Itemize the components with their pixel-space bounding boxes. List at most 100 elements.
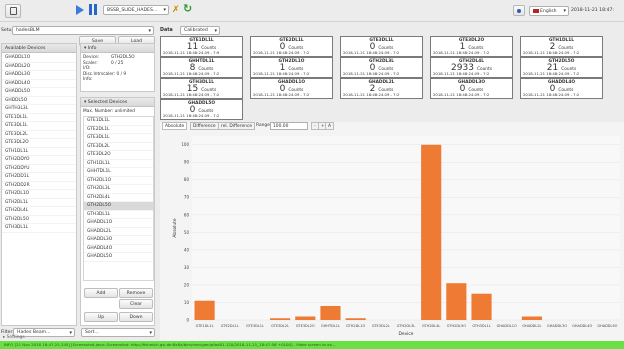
available-device-item[interactable]: GTH2DD1L [2, 173, 76, 182]
chevron-down-icon: ▾ [163, 7, 166, 13]
selected-devices-list[interactable]: GTE1DL1L GTE2DL1L GTE3DL1L GTE3DL2L GTE3DL2O… [83, 116, 154, 281]
x-tick-label: GTE3DL2O [296, 324, 315, 328]
device-card[interactable]: GHADDL3O 0 Counts 2018-11-21 18:48:24.09 - … [430, 78, 513, 99]
x-tick-label: GHHTDL1L [321, 324, 340, 328]
data-mode-combo[interactable]: Calibrated ▾ [180, 26, 220, 35]
remove-button[interactable]: Remove [119, 288, 153, 298]
available-device-item[interactable]: GTH3DL1L [2, 224, 76, 233]
selected-device-item[interactable]: GHADDL3O [84, 236, 153, 245]
x-tick-label: GTE2DL1L [221, 324, 239, 328]
y-tick-label: 0 [186, 317, 189, 322]
bar [194, 300, 215, 320]
x-tick-label: GTH2DL4L [422, 324, 440, 328]
tools-icon[interactable]: ✗ [172, 5, 180, 15]
device-card[interactable]: GHADDL4O 0 Counts 2018-11-21 18:48:24.09 - … [520, 78, 603, 99]
device-card[interactable]: GTH2DL4L 2933 Counts 2018-11-21 18:48:24.09… [430, 57, 513, 78]
device-card[interactable]: GHADDL1O 0 Counts 2018-11-21 18:48:24.09 - … [250, 78, 333, 99]
home-button[interactable] [5, 4, 21, 18]
user-button[interactable] [513, 5, 525, 16]
device-card[interactable]: GTH2DL1O 1 Counts 2018-11-21 18:48:24.09 - … [250, 57, 333, 78]
device-card[interactable]: GHADDL5O 0 Counts 2018-11-21 18:48:24.09 - … [160, 99, 243, 120]
available-device-item[interactable]: GTH2DD2R [2, 182, 76, 190]
device-card[interactable]: GTH2DL3L 0 Counts 2018-11-21 18:48:24.09 - … [340, 57, 423, 78]
device-card[interactable]: GHHTDL1L 8 Counts 2018-11-21 18:48:24.09 - … [160, 57, 243, 78]
available-device-item[interactable]: GTH2DL5O [2, 216, 76, 224]
x-tick-label: GHADDL4O [572, 324, 592, 328]
x-tick-label: GHADDL2L [522, 324, 541, 328]
bar [446, 283, 467, 320]
device-card[interactable]: GHADDL2L 2 Counts 2018-11-21 18:48:24.09 - … [340, 78, 423, 99]
tab-rel-difference[interactable]: rel. Difference [218, 122, 256, 130]
selected-device-item[interactable]: GTE2DL1L [84, 126, 153, 134]
selected-device-item[interactable]: GTE1DL1L [84, 117, 153, 126]
available-device-item[interactable]: GHADDL4O [2, 80, 76, 88]
selected-device-item[interactable]: GTH2DL1O [84, 177, 153, 185]
available-device-item[interactable]: GTE3DL2O [2, 139, 76, 148]
selected-device-item[interactable]: GTE3DL1L [84, 134, 153, 143]
selected-device-item[interactable]: GTH2DL3L [84, 185, 153, 194]
available-device-item[interactable]: GTH2DL1O [2, 190, 76, 199]
bar [345, 318, 366, 320]
selected-device-item[interactable]: GHADDL4O [84, 245, 153, 253]
available-devices-list[interactable]: GHADDL1O GHADDL2O GHADDL3O GHADDL4O GHADDL5O… [2, 54, 76, 233]
available-device-item[interactable]: GTH1DL1L [2, 148, 76, 156]
device-card[interactable]: GTE2DL1L 0 Counts 2018-11-21 18:48:24.09 - … [250, 36, 333, 57]
sort-combo[interactable]: Sort... ▾ [81, 328, 155, 337]
bar-chart: 0 10 20 30 40 50 60 70 80 90 100 GTE1DL1L GTE2DL1L GT… [172, 136, 620, 337]
down-button[interactable]: Down [119, 312, 153, 322]
config-combo[interactable]: BSSB_SLIDE_HADES... ▾ [103, 5, 169, 15]
selected-device-item[interactable]: GTH3DL1L [84, 211, 153, 219]
user-icon [517, 9, 521, 13]
selected-device-item[interactable]: GHADDL1O [84, 219, 153, 228]
device-card-date: 2018-11-21 18:48:24.09 - 7:2 [523, 71, 580, 76]
available-device-item[interactable]: GHADDL1O [2, 54, 76, 63]
selected-device-item[interactable]: GHADDL2L [84, 228, 153, 236]
range-input[interactable]: 100.00 [270, 122, 308, 130]
available-device-item[interactable]: GHTH3L3L [2, 105, 76, 114]
clear-button[interactable]: Clear [119, 299, 153, 309]
y-tick-label: 90 [184, 160, 190, 165]
selected-device-item[interactable]: GTE3DL2L [84, 143, 153, 151]
selected-device-item[interactable]: GTH2DL5O [84, 202, 153, 211]
available-device-item[interactable]: GHADDL2O [2, 63, 76, 71]
available-device-item[interactable]: GTE1DL1L [2, 114, 76, 122]
selected-device-item[interactable]: GTH2DL4L [84, 194, 153, 202]
device-card[interactable]: GTH3DL1L 15 Counts 2018-11-21 18:48:24.09 -… [160, 78, 243, 99]
x-tick-label: GTH2DL5O [447, 324, 466, 328]
tab-absolute[interactable]: Absolute [162, 122, 188, 130]
device-card[interactable]: GTE1DL1L 11 Counts 2018-11-21 18:48:24.09 -… [160, 36, 243, 57]
available-device-item[interactable]: GHADDL3O [2, 71, 76, 80]
x-tick-label: GTE3DL2L [372, 324, 390, 328]
available-device-item[interactable]: GTH2DL4L [2, 207, 76, 216]
available-device-item[interactable]: GTH2DDYU [2, 165, 76, 173]
available-device-item[interactable]: GTH2DDYO [2, 156, 76, 165]
available-device-item[interactable]: GTE3DL2L [2, 131, 76, 139]
refresh-icon[interactable]: ↻ [183, 3, 192, 15]
x-tick-label: GTH2DL1O [346, 324, 365, 328]
available-device-item[interactable]: GTE3DL1L [2, 122, 76, 131]
y-tick-label: 80 [184, 177, 190, 182]
x-tick-label: GHADDL3O [547, 324, 567, 328]
available-device-item[interactable]: GHADDL5O [2, 88, 76, 97]
available-device-item[interactable]: GTH2DL1L [2, 199, 76, 207]
tab-difference[interactable]: Difference [190, 122, 219, 130]
pause-icon[interactable] [89, 4, 92, 15]
device-card[interactable]: GTH1DL1L 2 Counts 2018-11-21 18:48:24.09 - … [520, 36, 603, 57]
selected-device-item[interactable]: GTH1DL1L [84, 160, 153, 168]
up-button[interactable]: Up [84, 312, 118, 322]
device-card[interactable]: GTE3DL2O 1 Counts 2018-11-21 18:48:24.09 - … [430, 36, 513, 57]
play-icon[interactable] [76, 5, 84, 15]
device-card[interactable]: GTH2DL5O 21 Counts 2018-11-21 18:48:24.09 -… [520, 57, 603, 78]
add-button[interactable]: Add [84, 288, 118, 298]
range-auto-button[interactable]: A [325, 122, 335, 130]
selected-device-item[interactable]: GHADDL5O [84, 253, 153, 262]
device-card[interactable]: GTE3DL1L 0 Counts 2018-11-21 18:48:24.09 - … [340, 36, 423, 57]
x-tick-label: GTE3DL1L [246, 324, 264, 328]
y-tick-label: 20 [184, 282, 190, 287]
language-combo[interactable]: English ▾ [529, 6, 569, 16]
y-axis-label: Absolute [172, 218, 178, 237]
selected-device-item[interactable]: GTE3DL2O [84, 151, 153, 160]
setup-field[interactable]: hadesBLM ▾ [12, 26, 154, 35]
selected-device-item[interactable]: GHHTDL1L [84, 168, 153, 177]
available-device-item[interactable]: GHDDL5O [2, 97, 76, 105]
